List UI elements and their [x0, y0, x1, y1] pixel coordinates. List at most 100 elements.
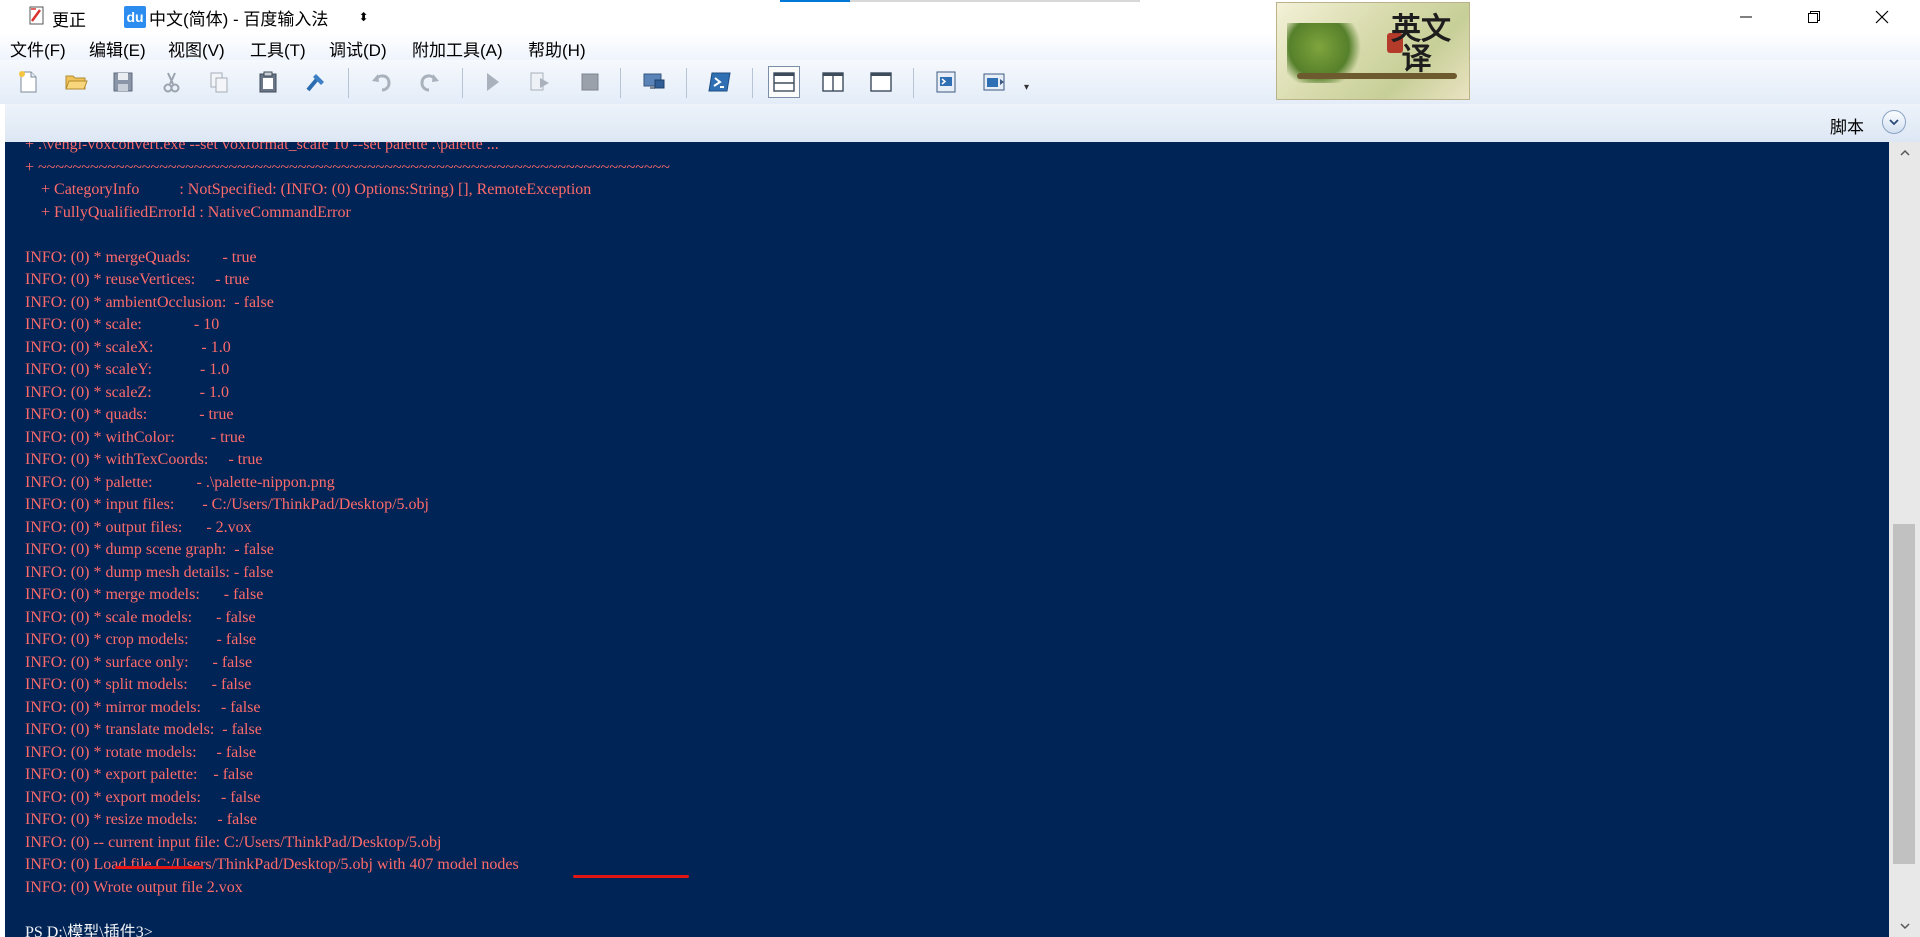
- save-icon: [113, 72, 133, 92]
- ime-dropdown-icon[interactable]: ⬍: [358, 11, 368, 23]
- run-icon: [487, 73, 499, 91]
- powershell-icon: [708, 72, 731, 92]
- show-script-icon: [936, 71, 956, 93]
- open-folder-icon: [65, 75, 88, 90]
- console-line: INFO: (0) * rotate models: - false: [25, 743, 257, 761]
- console-line: INFO: (0) * withTexCoords: - true: [25, 451, 263, 468]
- restore-button[interactable]: [1784, 0, 1844, 34]
- console-line: INFO: (0) * scale models: - false: [25, 608, 256, 626]
- layout-max-button[interactable]: [865, 66, 897, 98]
- layout-top-button[interactable]: [768, 66, 800, 98]
- script-pane-label: 脚本: [1830, 118, 1864, 137]
- console-line: INFO: (0) * translate models: - false: [25, 721, 262, 738]
- stop-icon: [581, 73, 599, 91]
- console-line: + FullyQualifiedErrorId : NativeCommandE…: [25, 203, 351, 221]
- console-pane[interactable]: + .\vengi-voxconvert.exe --set voxformat…: [5, 142, 1889, 937]
- scroll-up-button[interactable]: [1889, 142, 1920, 164]
- window-title: 更正: [52, 11, 86, 30]
- console-line: INFO: (0) * merge models: - false: [25, 586, 264, 603]
- layout-right-icon: [822, 72, 844, 92]
- console-line: INFO: (0) * scaleZ: - 1.0: [25, 383, 229, 401]
- console-line: INFO: (0) * input files: - C:/Users/Thin…: [25, 496, 429, 513]
- clear-icon: [306, 74, 324, 92]
- close-button[interactable]: [1852, 0, 1912, 34]
- layout-top-icon: [773, 72, 795, 92]
- show-console-icon: [983, 73, 1005, 91]
- show-console-button[interactable]: [978, 66, 1010, 98]
- console-line: INFO: (0) * palette: - .\palette-nippon.…: [25, 473, 335, 491]
- console-scrollbar[interactable]: [1889, 142, 1920, 937]
- console-line: INFO: (0) Wrote output file 2.vox: [25, 878, 243, 896]
- run-selection-icon: [530, 72, 549, 91]
- chevron-up-icon: [1899, 149, 1910, 156]
- console-line: + CategoryInfo : NotSpecified: (INFO: (0…: [25, 181, 592, 198]
- translator-logo-image[interactable]: 英文 译: [1276, 2, 1470, 100]
- scroll-down-button[interactable]: [1889, 915, 1920, 937]
- chevron-down-icon: [1889, 119, 1899, 126]
- console-line: + .\vengi-voxconvert.exe --set voxformat…: [25, 142, 499, 153]
- console-line: INFO: (0) Load file C:/Users/ThinkPad/De…: [25, 856, 519, 873]
- menu-bar: 文件(F) 编辑(E) 视图(V) 工具(T) 调试(D) 附加工具(A) 帮助…: [0, 34, 1920, 60]
- red-underline-model-nodes: [573, 875, 689, 878]
- console-line: INFO: (0) * scaleX: - 1.0: [25, 338, 231, 356]
- stop-button[interactable]: [574, 66, 606, 98]
- paste-button[interactable]: [252, 66, 284, 98]
- minimize-icon: [1740, 16, 1752, 18]
- new-file-icon: [19, 71, 37, 93]
- menu-addons[interactable]: 附加工具(A): [412, 36, 503, 61]
- cut-button[interactable]: [155, 66, 187, 98]
- save-button[interactable]: [107, 66, 139, 98]
- console-line: INFO: (0) * mergeQuads: - true: [25, 248, 257, 266]
- script-pane-header: 脚本: [5, 104, 1920, 142]
- console-line: INFO: (0) * dump mesh details: - false: [25, 563, 274, 581]
- minimize-button[interactable]: [1716, 0, 1776, 34]
- powershell-button[interactable]: [704, 66, 736, 98]
- layout-max-icon: [870, 72, 892, 92]
- console-line: INFO: (0) * withColor: - true: [25, 428, 245, 446]
- menu-view[interactable]: 视图(V): [168, 36, 225, 61]
- run-button[interactable]: [476, 66, 508, 98]
- toolbar: [0, 60, 1920, 104]
- console-line: INFO: (0) * export models: - false: [25, 788, 261, 806]
- menu-debug[interactable]: 调试(D): [329, 36, 387, 61]
- menu-edit[interactable]: 编辑(E): [89, 36, 146, 61]
- scroll-thumb[interactable]: [1893, 524, 1915, 864]
- layout-right-button[interactable]: [817, 66, 849, 98]
- ime-indicator[interactable]: du 中文(简体) - 百度输入法 ⬍: [124, 4, 369, 30]
- new-file-button[interactable]: [12, 66, 44, 98]
- console-line: INFO: (0) * reuseVertices: - true: [25, 271, 250, 288]
- console-line: INFO: (0) * ambientOcclusion: - false: [25, 293, 274, 311]
- title-progress-bar: [780, 0, 1140, 2]
- baidu-ime-icon: du: [124, 6, 146, 28]
- script-pane-toggle-button[interactable]: [1882, 110, 1906, 134]
- run-selection-button[interactable]: [524, 66, 556, 98]
- console-line: INFO: (0) * resize models: - false: [25, 811, 257, 828]
- remote-session-icon: [643, 73, 665, 89]
- console-line: INFO: (0) * mirror models: - false: [25, 698, 261, 716]
- copy-button[interactable]: [203, 66, 235, 98]
- show-script-button[interactable]: [930, 66, 962, 98]
- logo-lettering: 英文 译: [1391, 12, 1451, 77]
- console-line: + ~~~~~~~~~~~~~~~~~~~~~~~~~~~~~~~~~~~~~~…: [25, 158, 670, 176]
- open-button[interactable]: [60, 66, 92, 98]
- console-line: INFO: (0) * split models: - false: [25, 676, 252, 693]
- undo-button[interactable]: [365, 66, 397, 98]
- console-output: + .\vengi-voxconvert.exe --set voxformat…: [5, 142, 1885, 937]
- console-line: INFO: (0) * crop models: - false: [25, 631, 257, 648]
- remote-session-button[interactable]: [638, 66, 670, 98]
- menu-tools[interactable]: 工具(T): [250, 36, 306, 61]
- console-line: INFO: (0) * output files: - 2.vox: [25, 518, 252, 536]
- paste-icon: [259, 71, 277, 93]
- console-line: INFO: (0) * export palette: - false: [25, 766, 253, 783]
- clear-button[interactable]: [300, 66, 332, 98]
- copy-icon: [210, 72, 228, 93]
- toolbar-overflow-icon[interactable]: ▾: [1024, 82, 1029, 93]
- redo-button[interactable]: [414, 66, 446, 98]
- cut-icon: [163, 72, 180, 93]
- menu-help[interactable]: 帮助(H): [528, 36, 586, 61]
- console-line: INFO: (0) * scaleY: - 1.0: [25, 361, 230, 378]
- redo-icon: [420, 74, 439, 92]
- menu-file[interactable]: 文件(F): [10, 36, 66, 61]
